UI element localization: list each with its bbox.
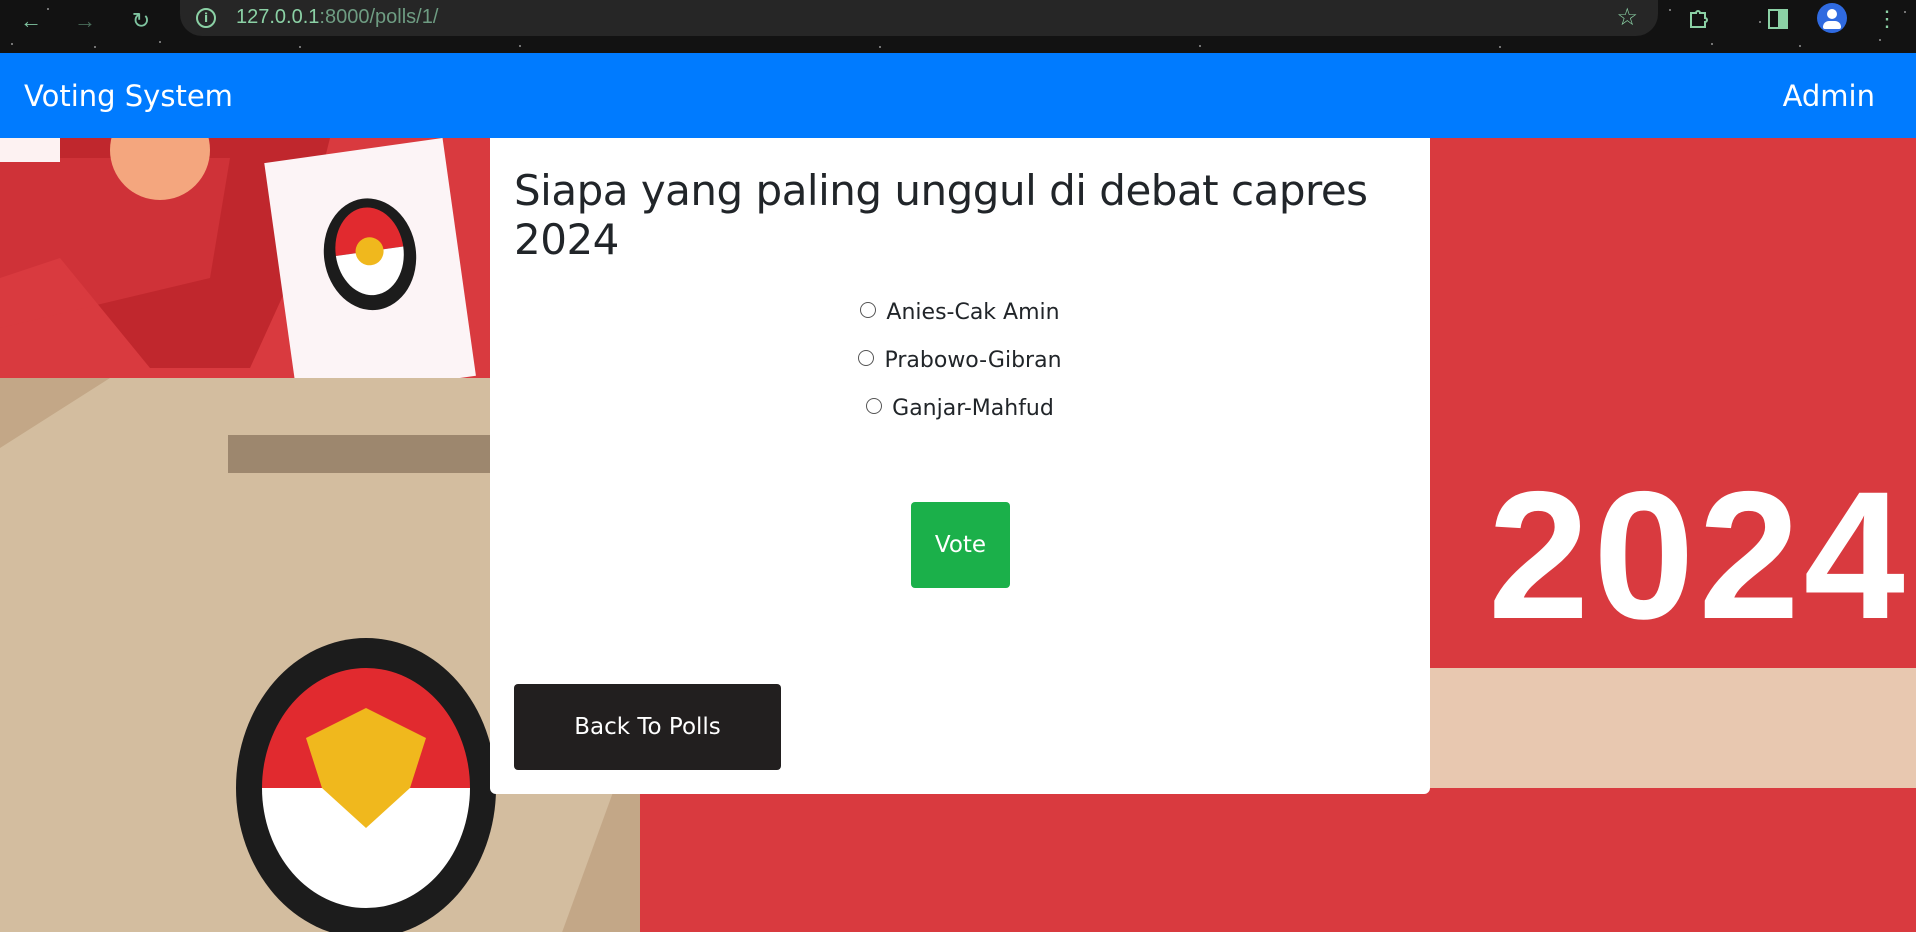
- back-arrow-icon[interactable]: ←: [14, 4, 48, 38]
- back-to-polls-button[interactable]: Back To Polls: [514, 684, 781, 770]
- choice-label: Prabowo-Gibran: [884, 347, 1062, 373]
- url-host: 127.0.0.1: [236, 6, 320, 28]
- url-path: :8000/polls/1/: [319, 6, 439, 28]
- reload-icon[interactable]: ↻: [124, 4, 158, 38]
- more-menu-icon[interactable]: ⋮: [1872, 4, 1902, 34]
- extensions-icon[interactable]: [1683, 4, 1713, 34]
- address-bar[interactable]: i 127.0.0.1:8000/polls/1/ ☆: [180, 0, 1658, 36]
- admin-link[interactable]: Admin: [1783, 79, 1875, 113]
- radio-button[interactable]: [866, 398, 883, 414]
- choice-option[interactable]: Anies-Cak Amin: [490, 288, 1430, 336]
- side-panel-icon[interactable]: [1763, 4, 1793, 34]
- brand-link[interactable]: Voting System: [24, 79, 233, 113]
- browser-toolbar: ← → ↻ i 127.0.0.1:8000/polls/1/ ☆ ⋮: [0, 0, 1916, 53]
- poll-question: Siapa yang paling unggul di debat capres…: [514, 166, 1368, 264]
- radio-button[interactable]: [858, 350, 875, 366]
- bookmark-star-icon[interactable]: ☆: [1616, 3, 1638, 32]
- background-year-text: 2024: [1488, 453, 1909, 657]
- site-info-icon[interactable]: i: [196, 8, 216, 28]
- choice-label: Anies-Cak Amin: [886, 299, 1060, 325]
- choice-option[interactable]: Ganjar-Mahfud: [490, 384, 1430, 432]
- choice-list: Anies-Cak Amin Prabowo-Gibran Ganjar-Mah…: [490, 288, 1430, 432]
- choice-option[interactable]: Prabowo-Gibran: [490, 336, 1430, 384]
- top-navbar: Voting System Admin: [0, 53, 1916, 138]
- forward-arrow-icon[interactable]: →: [68, 4, 102, 38]
- radio-button[interactable]: [860, 302, 877, 318]
- profile-avatar-icon[interactable]: [1817, 3, 1847, 33]
- url-text[interactable]: 127.0.0.1:8000/polls/1/: [236, 6, 438, 29]
- choice-label: Ganjar-Mahfud: [892, 395, 1054, 421]
- poll-card: Siapa yang paling unggul di debat capres…: [490, 138, 1430, 794]
- vote-button[interactable]: Vote: [911, 502, 1010, 588]
